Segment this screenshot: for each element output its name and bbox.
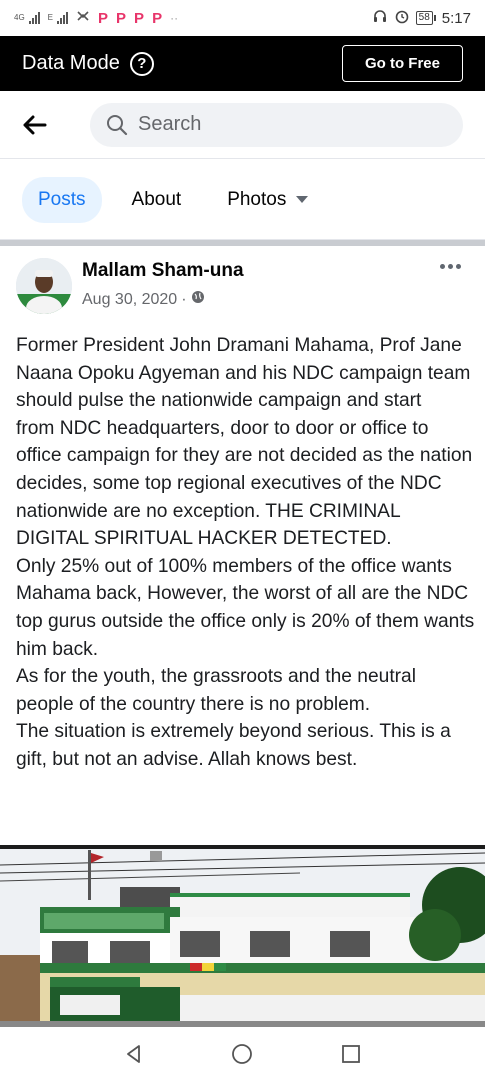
usb-icon	[76, 9, 90, 28]
signal-icon	[28, 12, 40, 24]
nav-home-icon[interactable]	[222, 1034, 262, 1074]
profile-tabs: Posts About Photos	[0, 160, 485, 240]
headset-icon	[372, 8, 388, 28]
tab-label: Posts	[38, 188, 86, 210]
tab-posts[interactable]: Posts	[22, 176, 102, 223]
section-divider	[0, 240, 485, 246]
meta-separator: ·	[181, 290, 187, 308]
alarm-icon	[394, 8, 410, 28]
avatar[interactable]	[16, 258, 72, 314]
more-notifications: ··	[170, 11, 179, 25]
chevron-down-icon	[296, 196, 309, 203]
tab-label: About	[131, 188, 182, 210]
search-placeholder: Search	[138, 113, 202, 135]
app-indicator: P	[116, 9, 127, 27]
data-mode-label: Data Mode	[22, 52, 120, 74]
app-indicator: P	[152, 9, 163, 27]
status-bar: 4G E P P P P ·· 58 5:17	[0, 0, 485, 36]
post-date[interactable]: Aug 30, 2020	[82, 291, 177, 309]
app-indicator: P	[134, 9, 145, 27]
network-label-4g: 4G	[14, 13, 25, 22]
post-meta: Aug 30, 2020 ·	[82, 290, 205, 309]
clock: 5:17	[441, 9, 471, 27]
globe-icon	[191, 290, 205, 309]
search-row: Search	[0, 91, 485, 159]
back-arrow-icon[interactable]	[20, 111, 48, 139]
post-author[interactable]: Mallam Sham-una	[82, 260, 244, 282]
nav-recents-icon[interactable]	[331, 1034, 371, 1074]
system-nav-bar	[0, 1027, 485, 1080]
post-photo[interactable]	[0, 845, 485, 1027]
network-label-e: E	[47, 13, 54, 22]
go-to-free-button[interactable]: Go to Free	[341, 45, 463, 82]
tab-about[interactable]: About	[116, 177, 198, 223]
more-options-icon[interactable]	[440, 264, 461, 269]
post-header: Mallam Sham-una Aug 30, 2020 ·	[0, 252, 485, 322]
status-left: 4G E P P P P ··	[14, 9, 178, 28]
app-indicator: P	[98, 9, 109, 27]
tab-label: Photos	[227, 188, 287, 210]
signal-icon	[57, 12, 69, 24]
status-right: 58 5:17	[372, 8, 471, 28]
tab-photos[interactable]: Photos	[211, 177, 324, 223]
help-icon[interactable]: ?	[129, 51, 154, 76]
nav-back-icon[interactable]	[114, 1034, 154, 1074]
battery-icon: 58	[415, 11, 436, 25]
data-mode-bar: Data Mode ? Go to Free	[0, 36, 485, 91]
battery-level: 58	[415, 11, 433, 25]
post-body: Former President John Dramani Mahama, Pr…	[16, 335, 475, 770]
search-icon	[107, 114, 128, 135]
search-input[interactable]: Search	[90, 102, 463, 147]
